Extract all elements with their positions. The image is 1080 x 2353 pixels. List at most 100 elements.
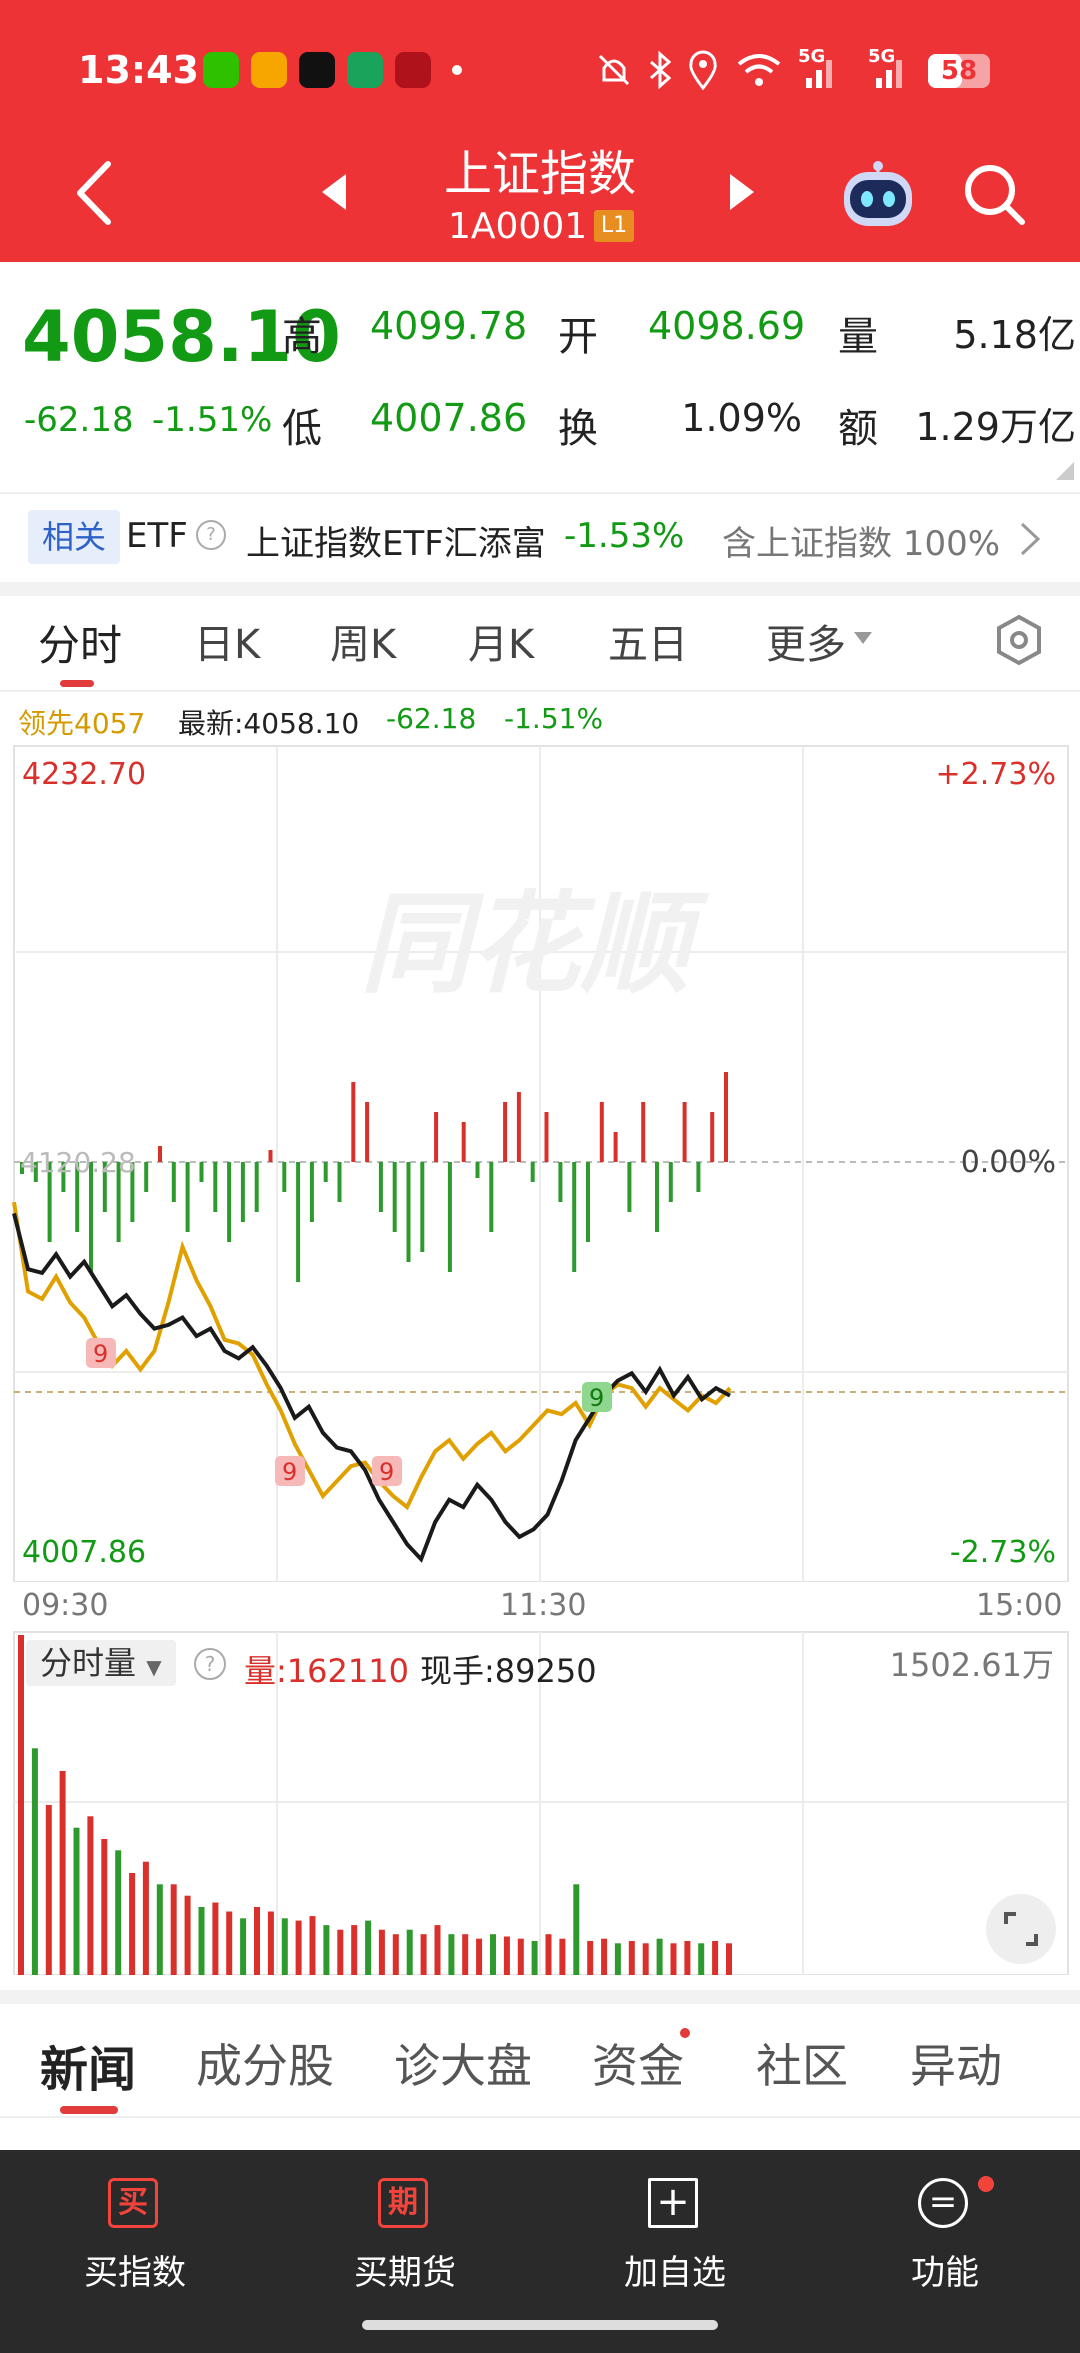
- volume-bar: [115, 1850, 122, 1975]
- corner-triangle-icon: [1056, 462, 1074, 480]
- net-flow-bar: [516, 1092, 521, 1162]
- tab-intraday[interactable]: 分时: [38, 612, 122, 673]
- home-indicator[interactable]: [362, 2320, 718, 2330]
- chevron-down-icon: [854, 632, 872, 644]
- tab-capital[interactable]: 资金: [592, 2030, 684, 2096]
- axis-top-pct: +2.73%: [936, 757, 1056, 792]
- watermark: 同花顺: [360, 880, 710, 1008]
- tab-market-diagnosis[interactable]: 诊大盘: [394, 2030, 532, 2096]
- volume-bar: [254, 1907, 260, 1975]
- volume-value: 量:162110: [244, 1652, 409, 1690]
- volume-bar: [531, 1941, 538, 1975]
- fullscreen-button[interactable]: [986, 1894, 1056, 1964]
- net-flow-bar: [544, 1112, 549, 1162]
- tab-movements[interactable]: 异动: [910, 2030, 1002, 2096]
- volume-bar: [434, 1925, 441, 1975]
- functions-button[interactable]: = 功能: [810, 2150, 1080, 2353]
- net-flow-bar: [185, 1162, 190, 1232]
- net-flow-bar: [144, 1162, 149, 1192]
- location-icon: [689, 50, 717, 90]
- volume-bar: [337, 1929, 344, 1975]
- volume-bar: [351, 1925, 358, 1975]
- volume-bar: [31, 1748, 38, 1975]
- volume-bar: [142, 1861, 149, 1975]
- volume-bar: [712, 1941, 719, 1975]
- volume-value: 5.18亿: [953, 313, 1076, 357]
- time-mid: 11:30: [500, 1588, 587, 1623]
- volume-bar: [309, 1916, 316, 1975]
- net-flow-bar: [227, 1162, 232, 1242]
- volume-bar: [642, 1943, 649, 1975]
- volume-bar: [601, 1938, 608, 1975]
- net-flow-bar: [296, 1162, 301, 1282]
- clock: 13:43: [78, 48, 199, 92]
- high-label: 高: [282, 314, 322, 360]
- turnover-value: 1.09%: [681, 396, 802, 440]
- next-stock-icon[interactable]: [726, 170, 758, 214]
- robot-assistant-icon[interactable]: [838, 158, 918, 236]
- tab-news[interactable]: 新闻: [40, 2030, 136, 2100]
- volume-max: 1502.61万: [889, 1646, 1054, 1684]
- volume-bar: [226, 1911, 233, 1975]
- volume-bar: [212, 1902, 219, 1975]
- volume-bar: [198, 1907, 205, 1975]
- tab-indicator: [60, 2106, 118, 2114]
- volume-bar: [545, 1934, 552, 1975]
- buy-index-button[interactable]: 买 买指数: [0, 2150, 270, 2353]
- volume-bar: [240, 1918, 247, 1975]
- signal-icon: [876, 60, 902, 88]
- net-flow-bar: [641, 1102, 646, 1162]
- current-hand: 现手:89250: [420, 1652, 597, 1690]
- volume-bar: [587, 1941, 594, 1975]
- bluetooth-icon: [650, 50, 672, 90]
- volume-bar: [476, 1938, 483, 1975]
- volume-bar: [156, 1884, 163, 1975]
- divider: [0, 690, 1080, 692]
- amount-label: 额: [838, 406, 878, 452]
- chevron-down-icon: ▼: [146, 1655, 162, 1679]
- notification-dot-icon: [978, 2176, 994, 2192]
- intraday-price-chart[interactable]: 同花顺 9 9 9 9 4232.70 +2.73% 4120.28 0.00%…: [0, 742, 1080, 1582]
- price-change: -62.18: [24, 400, 134, 440]
- wechat-icon: [203, 52, 239, 88]
- net-flow-bar: [489, 1162, 494, 1232]
- net-flow-bar: [572, 1162, 577, 1272]
- menu-icon: =: [918, 2178, 968, 2228]
- level-badge: L1: [594, 210, 634, 242]
- tab-five-day[interactable]: 五日: [608, 612, 688, 670]
- tab-community[interactable]: 社区: [756, 2030, 848, 2096]
- tab-monthly-k[interactable]: 月K: [468, 612, 534, 670]
- settings-hexagon-icon[interactable]: [994, 614, 1044, 666]
- help-icon[interactable]: ?: [196, 520, 226, 550]
- volume-bar: [18, 1635, 24, 1975]
- net-flow-bar: [254, 1162, 259, 1212]
- net-flow-bar: [420, 1162, 425, 1252]
- time-end: 15:00: [976, 1588, 1063, 1623]
- volume-bar: [559, 1938, 566, 1975]
- status-bar: 13:43 5G 5G 58: [0, 0, 1080, 130]
- app-green-icon: [347, 52, 383, 88]
- axis-bottom-pct: -2.73%: [950, 1535, 1056, 1570]
- signal-marker: 9: [372, 1456, 402, 1486]
- search-icon[interactable]: [962, 160, 1028, 230]
- tab-components[interactable]: 成分股: [196, 2030, 334, 2096]
- svg-text:9: 9: [282, 1458, 297, 1486]
- back-icon[interactable]: [70, 158, 120, 228]
- svg-text:9: 9: [93, 1340, 108, 1368]
- more-notifications-icon: [452, 65, 462, 75]
- volume-selector[interactable]: 分时量 ▼: [26, 1640, 176, 1686]
- chart-change-pct: -1.51%: [504, 702, 604, 735]
- tab-more[interactable]: 更多: [766, 612, 846, 670]
- tab-daily-k[interactable]: 日K: [194, 612, 260, 670]
- volume-bar: [184, 1895, 191, 1975]
- high-value: 4099.78: [370, 304, 528, 348]
- help-icon[interactable]: ?: [194, 1648, 226, 1680]
- net-flow-bar: [530, 1162, 535, 1182]
- bank-icon: [395, 52, 431, 88]
- volume-bar: [365, 1920, 372, 1975]
- axis-top-value: 4232.70: [22, 757, 146, 792]
- net-flow-bar: [613, 1132, 618, 1162]
- tab-weekly-k[interactable]: 周K: [330, 612, 396, 670]
- net-flow-bar: [586, 1162, 590, 1242]
- related-etf-row[interactable]: 相关 ETF ? 上证指数ETF汇添富 -1.53% 含上证指数 100%: [0, 496, 1080, 582]
